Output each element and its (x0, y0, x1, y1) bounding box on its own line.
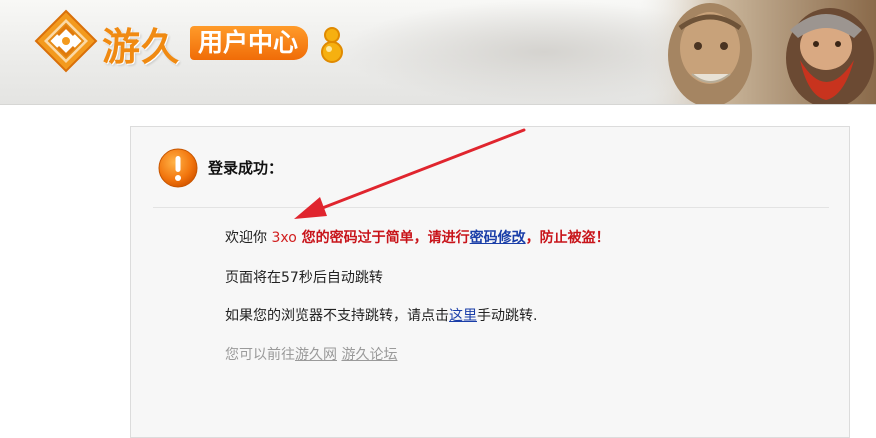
greeting-prefix: 欢迎你 (225, 230, 272, 246)
goto-prefix: 您可以前往 (225, 347, 295, 363)
manual-redirect-link[interactable]: 这里 (449, 308, 477, 324)
youjiu-site-link[interactable]: 游久网 (295, 347, 337, 363)
goto-sites-message: 您可以前往游久网 游久论坛 (225, 344, 397, 364)
manual-redirect-message: 如果您的浏览器不支持跳转，请点击这里手动跳转. (225, 305, 537, 325)
manual-redirect-suffix: 手动跳转. (477, 308, 538, 324)
login-result-panel: 登录成功： 欢迎你 3xo 您的密码过于简单，请进行密码修改，防止被盗！ 页面将… (130, 126, 850, 438)
site-header: 游久 用户中心 (0, 0, 876, 105)
password-warning-text: 您的密码过于简单，请进行 (296, 230, 470, 246)
youjiu-logo-icon[interactable] (34, 9, 98, 73)
brand-name: 游久 (102, 25, 181, 69)
brand-eight-mark-icon (321, 27, 343, 63)
login-success-title: 登录成功： (208, 159, 284, 177)
redirect-countdown: 页面将在57秒后自动跳转 (225, 270, 383, 286)
change-password-link[interactable]: 密码修改 (470, 230, 526, 246)
password-warning-suffix: ，防止被盗！ (525, 230, 610, 246)
header-background-mist (340, 0, 680, 104)
panel-divider (153, 207, 829, 208)
exclamation-icon (158, 148, 198, 188)
brand-subtitle: 用户中心 (190, 26, 309, 60)
username: 3xo (271, 230, 297, 246)
warrior-banner-illustration (640, 0, 876, 104)
welcome-message: 欢迎你 3xo 您的密码过于简单，请进行密码修改，防止被盗！ (225, 227, 610, 247)
manual-redirect-prefix: 如果您的浏览器不支持跳转，请点击 (225, 308, 449, 324)
youjiu-forum-link[interactable]: 游久论坛 (341, 347, 397, 363)
